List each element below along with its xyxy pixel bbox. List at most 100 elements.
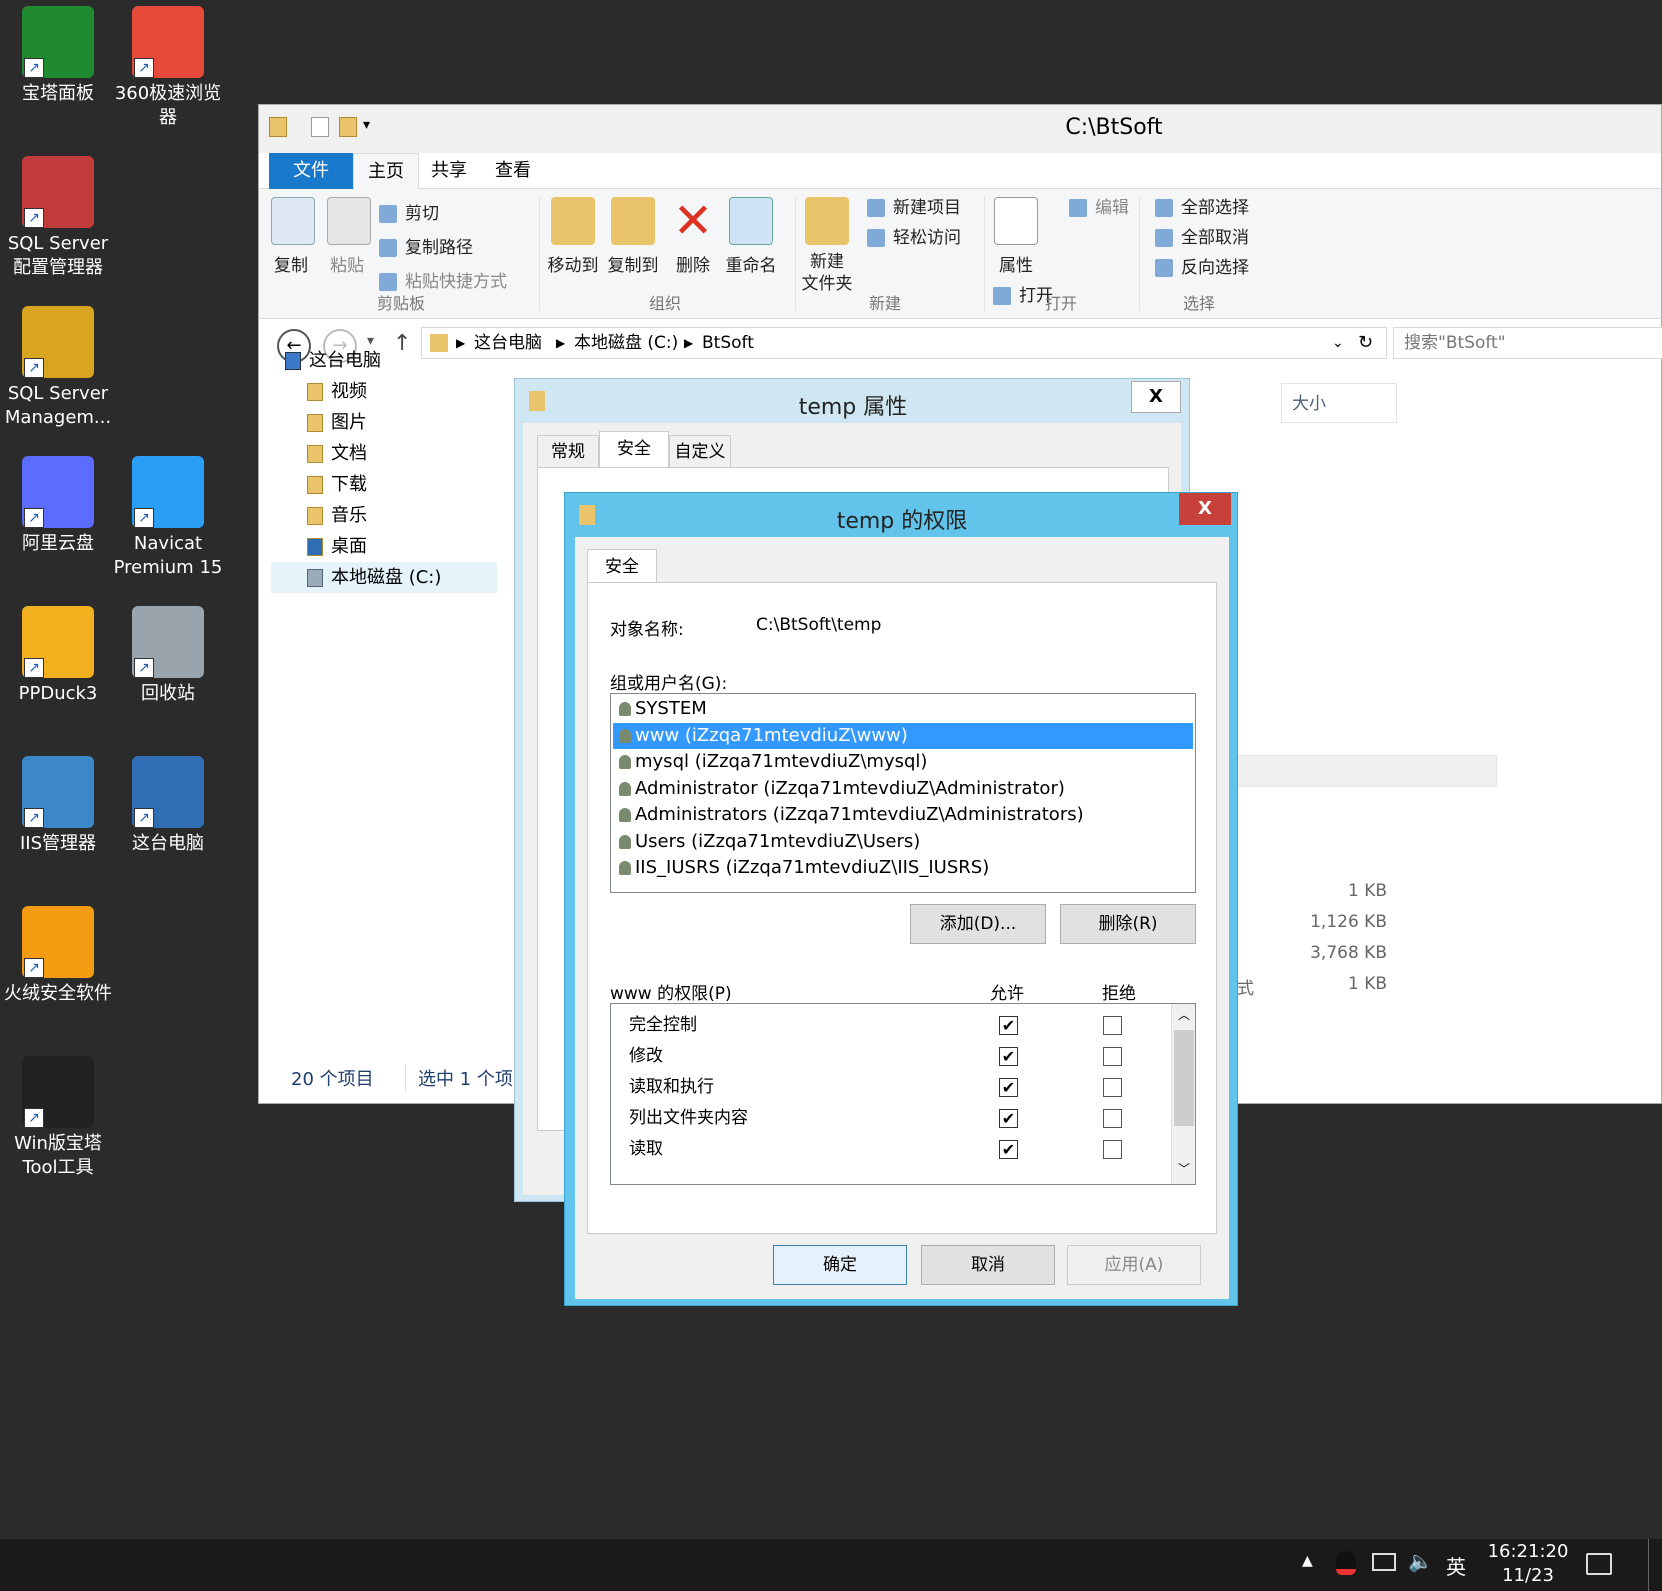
breadcrumb-item[interactable]: 本地磁盘 (C:) [574,328,678,358]
copy-to-button[interactable]: 复制到 [605,197,661,276]
user-list-item[interactable]: Users (iZzqa71mtevdiuZ\Users) [613,829,1193,856]
open-button[interactable]: 打开 [993,283,1053,309]
shortcut-arrow-icon: ↗ [134,658,154,678]
breadcrumb-item[interactable]: BtSoft [702,328,754,358]
cancel-button[interactable]: 取消 [921,1245,1055,1285]
tab-general[interactable]: 常规 [537,435,599,467]
clock-date[interactable]: 11/23 [1478,1565,1578,1586]
paste-button[interactable]: 粘贴 [327,197,371,276]
permissions-close-button[interactable]: X [1179,493,1231,525]
nav-item-downloads[interactable]: 下载 [259,469,509,500]
desktop-icon[interactable]: ↗ SQL Server Managem... [2,306,114,430]
user-list[interactable]: SYSTEM www (iZzqa71mtevdiuZ\www) mysql (iZ… [610,693,1196,893]
address-bar[interactable]: ▶ 这台电脑 ▶ 本地磁盘 (C:) ▶ BtSoft ⌄ ↻ [421,327,1387,359]
desktop-icon[interactable]: ↗ Win版宝塔 Tool工具 [2,1056,114,1180]
column-header-size[interactable]: 大小 [1281,383,1397,423]
deny-checkbox[interactable] [1103,1047,1122,1066]
allow-checkbox[interactable]: ✔ [999,1047,1018,1066]
deny-checkbox[interactable] [1103,1016,1122,1035]
new-folder-icon [805,197,849,245]
rename-button[interactable]: 重命名 [721,197,781,276]
new-folder-button[interactable]: 新建 文件夹 [797,197,857,295]
network-icon[interactable] [1372,1553,1396,1571]
properties-close-button[interactable]: X [1131,381,1181,413]
deny-checkbox[interactable] [1103,1140,1122,1159]
refresh-icon[interactable]: ↻ [1358,328,1373,358]
allow-checkbox[interactable]: ✔ [999,1016,1018,1035]
user-list-item[interactable]: mysql (iZzqa71mtevdiuZ\mysql) [613,749,1193,776]
tab-file[interactable]: 文件 [269,153,353,189]
edit-button[interactable]: 编辑 [1069,195,1129,221]
nav-item-music[interactable]: 音乐 [259,500,509,531]
pictures-folder-icon [307,414,323,432]
desktop-icon[interactable]: ↗ 火绒安全软件 [2,906,114,1006]
music-folder-icon [307,507,323,525]
volume-icon[interactable]: 🔈 [1408,1549,1433,1573]
ppduck-icon: ↗ [22,606,94,678]
easy-access-button[interactable]: 轻松访问 [867,225,961,251]
ok-button[interactable]: 确定 [773,1245,907,1285]
tab-share[interactable]: 共享 [417,153,481,189]
user-list-item[interactable]: IIS_IUSRS (iZzqa71mtevdiuZ\IIS_IUSRS) [613,855,1193,882]
desktop-icon[interactable]: ↗ 宝塔面板 [2,6,114,106]
copy-button[interactable]: 复制 [271,197,315,276]
show-hidden-icons-icon[interactable]: ▲ [1302,1553,1313,1569]
permissions-dialog: temp 的权限 X 安全 对象名称: C:\BtSoft\temp 组或用户名… [564,492,1238,1306]
nav-item-this-pc[interactable]: 这台电脑 [259,345,509,376]
ribbon-separator [795,197,796,311]
remove-button[interactable]: 删除(R) [1060,904,1196,944]
desktop-icon[interactable]: ↗ 阿里云盘 [2,456,114,556]
user-name: Administrators (iZzqa71mtevdiuZ\Administ… [635,804,1084,825]
desktop-icon[interactable]: ↗ 360极速浏览器 [112,6,224,130]
user-list-item[interactable]: SYSTEM [613,696,1193,723]
allow-checkbox[interactable]: ✔ [999,1078,1018,1097]
user-list-item[interactable]: Administrators (iZzqa71mtevdiuZ\Administ… [613,802,1193,829]
invert-selection-button[interactable]: 反向选择 [1155,255,1249,281]
copy-path-button[interactable]: 复制路径 [379,235,473,261]
properties-button[interactable]: 属性 [991,197,1041,276]
input-language[interactable]: 英 [1446,1551,1466,1580]
desktop-icon[interactable]: ↗ 这台电脑 [112,756,224,856]
desktop-icon[interactable]: ↗ Navicat Premium 15 [112,456,224,580]
tab-home[interactable]: 主页 [353,153,419,189]
tab-view[interactable]: 查看 [481,153,545,189]
deny-checkbox[interactable] [1103,1078,1122,1097]
permission-name: 列出文件夹内容 [629,1108,748,1128]
desktop-icon-label: Win版宝塔 Tool工具 [14,1133,102,1178]
user-list-item[interactable]: Administrator (iZzqa71mtevdiuZ\Administr… [613,776,1193,803]
cut-button[interactable]: 剪切 [379,201,439,227]
qq-icon[interactable] [1336,1551,1356,1575]
action-center-icon[interactable] [1586,1553,1612,1575]
select-none-button[interactable]: 全部取消 [1155,225,1249,251]
nav-item-pictures[interactable]: 图片 [259,407,509,438]
new-item-button[interactable]: 新建项目 [867,195,961,221]
delete-button[interactable]: ✕ 删除 [671,197,715,276]
apply-button[interactable]: 应用(A) [1067,1245,1201,1285]
address-dropdown-icon[interactable]: ⌄ [1332,328,1344,358]
tab-security[interactable]: 安全 [599,431,669,467]
tab-custom[interactable]: 自定义 [669,435,731,467]
move-to-button[interactable]: 移动到 [545,197,601,276]
nav-item-local-disk[interactable]: 本地磁盘 (C:) [271,562,497,593]
explorer-titlebar[interactable]: ▾ C:\BtSoft [259,105,1661,153]
search-input[interactable]: 搜索"BtSoft" [1393,327,1662,359]
user-list-item[interactable]: www (iZzqa71mtevdiuZ\www) [613,722,1193,749]
clock-time[interactable]: 16:21:20 [1478,1541,1578,1562]
desktop-icon[interactable]: ↗ SQL Server 配置管理器 [2,156,114,280]
tab-security[interactable]: 安全 [587,549,657,583]
desktop-icon[interactable]: ↗ PPDuck3 [2,606,114,706]
deny-checkbox[interactable] [1103,1109,1122,1128]
nav-item-documents[interactable]: 文档 [259,438,509,469]
show-desktop-button[interactable] [1648,1539,1662,1591]
allow-checkbox[interactable]: ✔ [999,1140,1018,1159]
desktop-icon[interactable]: ↗ 回收站 [112,606,224,706]
desktop-icon[interactable]: ↗ IIS管理器 [2,756,114,856]
allow-checkbox[interactable]: ✔ [999,1109,1018,1128]
nav-item-videos[interactable]: 视频 [259,376,509,407]
permission-row: 修改 ✔ [611,1041,1195,1072]
user-icon [619,834,631,849]
select-all-button[interactable]: 全部选择 [1155,195,1249,221]
nav-item-desktop[interactable]: 桌面 [259,531,509,562]
add-button[interactable]: 添加(D)... [910,904,1046,944]
user-name: Administrator (iZzqa71mtevdiuZ\Administr… [635,777,1065,799]
